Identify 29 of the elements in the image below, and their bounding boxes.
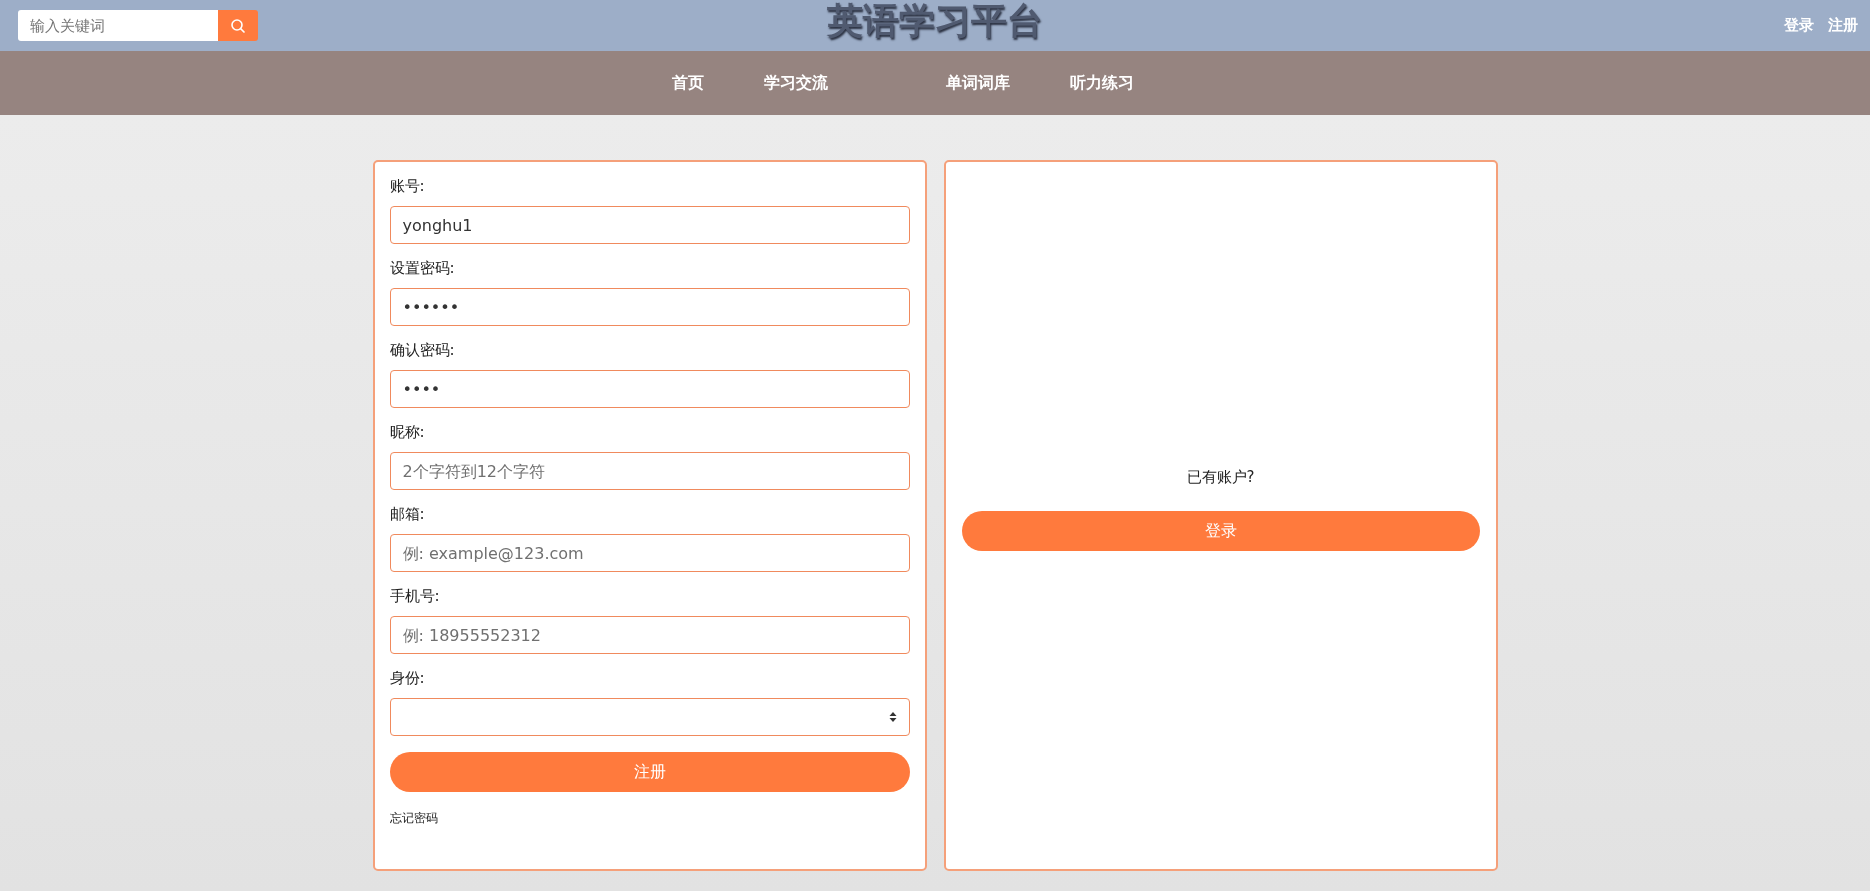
select-field[interactable]: [389, 698, 910, 736]
field-label: 账号:: [389, 176, 426, 196]
nav-link[interactable]: 学习交流: [764, 72, 828, 94]
input-field[interactable]: 例: example@123.com: [389, 534, 910, 572]
input-field[interactable]: ••••••: [389, 288, 910, 326]
nav-link[interactable]: 听力练习: [1070, 72, 1134, 94]
nav-link[interactable]: 单词词库: [946, 72, 1010, 94]
field-label: 身份:: [389, 668, 426, 688]
search-field[interactable]: 输入关键词: [18, 10, 218, 41]
search-button[interactable]: [218, 10, 258, 41]
input-field[interactable]: ••••: [389, 370, 910, 408]
field-label: 昵称:: [389, 422, 426, 442]
field-label: 邮箱:: [389, 504, 426, 524]
field-label: 手机号:: [389, 586, 441, 606]
field-label: 设置密码:: [389, 258, 456, 278]
site-title: 英语学习平台: [827, 0, 1043, 42]
header-link[interactable]: 注册: [1828, 16, 1858, 35]
nav-link[interactable]: 首页: [672, 72, 704, 94]
input-field[interactable]: yonghu1: [389, 206, 910, 244]
forgot-password-link[interactable]: 忘记密码: [389, 810, 910, 827]
updown-icon: [888, 711, 897, 723]
register-button[interactable]: 注册: [389, 752, 910, 792]
login-button[interactable]: 登录: [961, 511, 1480, 551]
search-icon: [230, 17, 246, 34]
header-link[interactable]: 登录: [1784, 16, 1814, 35]
input-field[interactable]: 例: 18955552312: [389, 616, 910, 654]
input-field[interactable]: 2个字符到12个字符: [389, 452, 910, 490]
login-prompt: 已有账户?: [1186, 468, 1255, 487]
field-label: 确认密码:: [389, 340, 456, 360]
